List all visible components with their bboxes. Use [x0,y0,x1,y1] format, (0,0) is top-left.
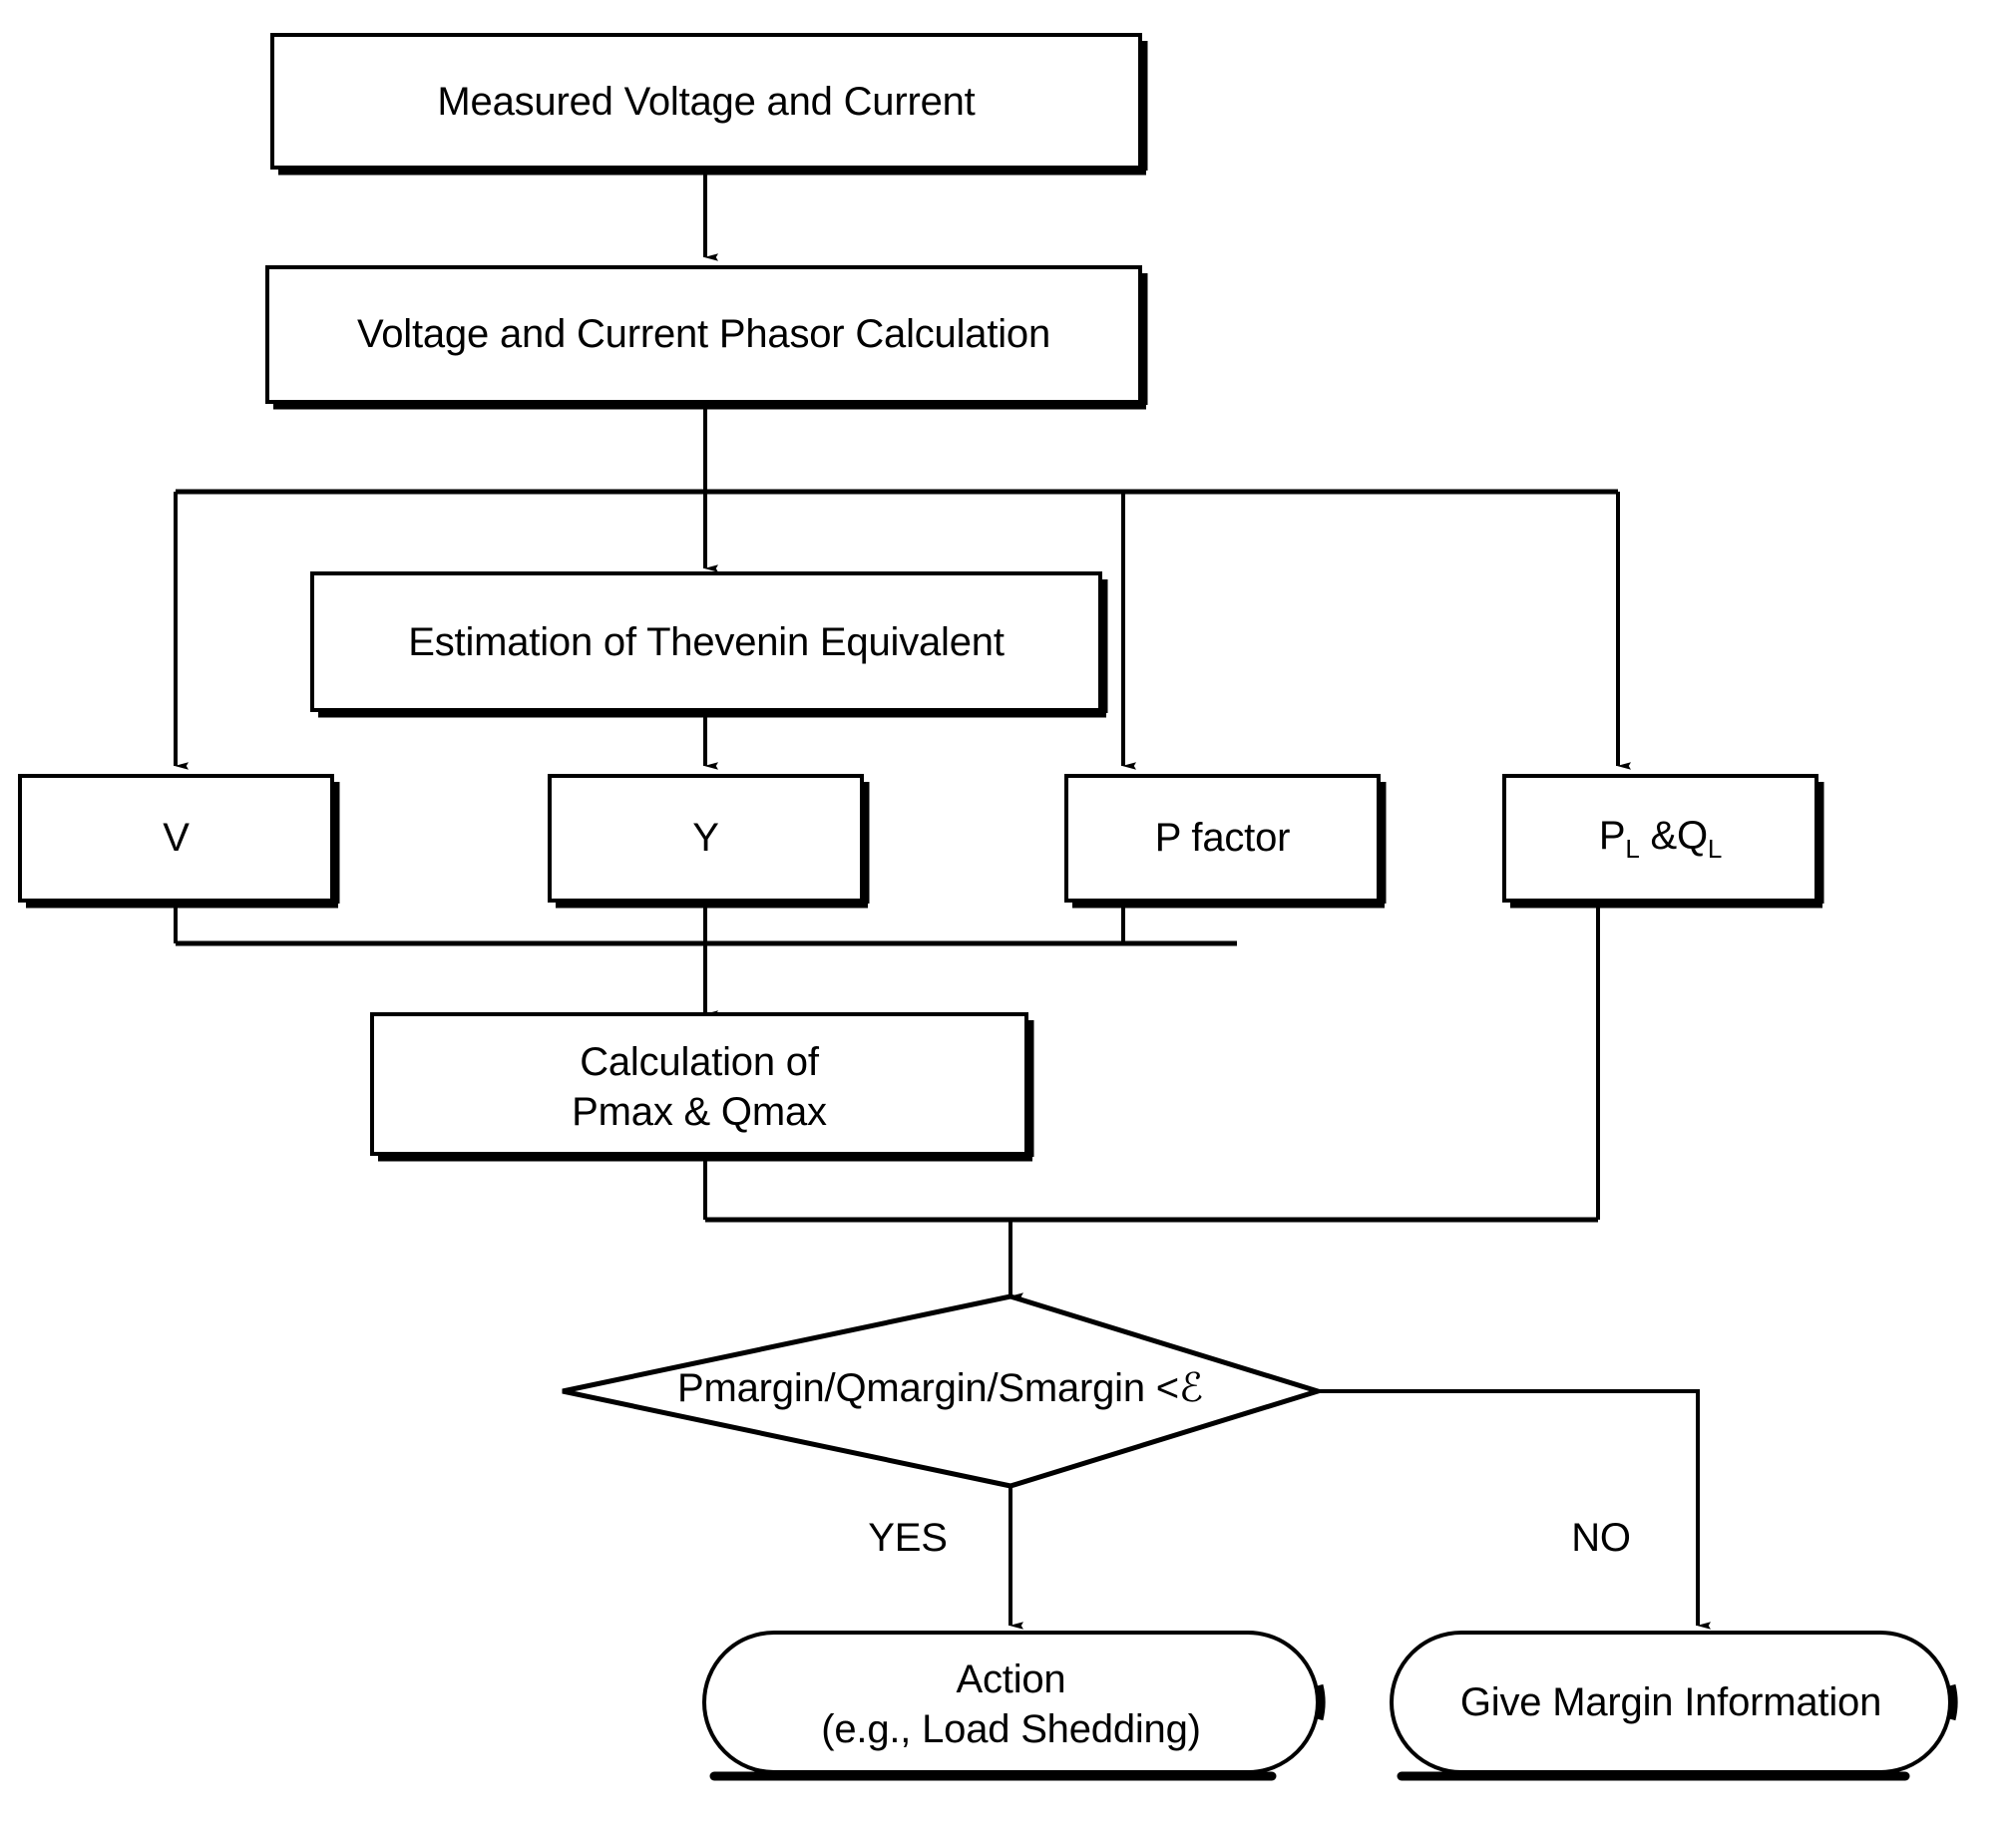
node-calculation-of-pmax-and-qmax[interactable] [372,1014,1032,1161]
node-measured-voltage-and-current[interactable] [272,35,1146,175]
node-give-margin-information[interactable] [1392,1633,1956,1780]
node-estimation-of-thevenin-equivalent[interactable] [312,573,1106,717]
node-action-load-shedding[interactable] [704,1633,1324,1780]
node-pl-and-ql[interactable] [1504,776,1822,908]
node-decision-margin-threshold[interactable] [563,1296,1318,1486]
node-v[interactable] [20,776,338,908]
flowchart-canvas: Measured Voltage and Current Voltage and… [0,0,2016,1837]
connector-no-to-margin-info [1318,1389,1711,1630]
node-voltage-and-current-phasor-calculation[interactable] [267,267,1146,409]
node-y[interactable] [550,776,868,908]
node-p-factor[interactable] [1066,776,1385,908]
